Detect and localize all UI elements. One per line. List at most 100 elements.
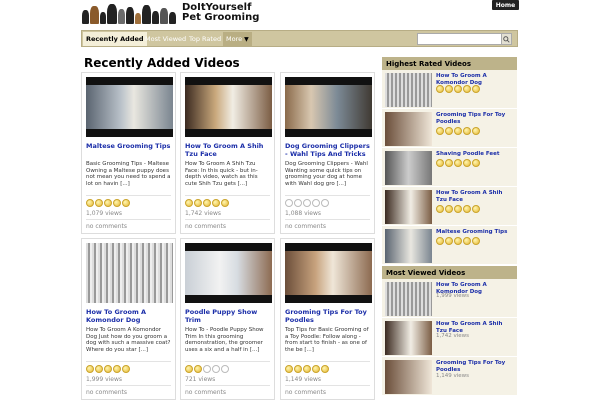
video-thumbnail[interactable] [285, 243, 372, 303]
star-icon [445, 127, 453, 135]
search-button[interactable] [501, 34, 511, 44]
video-title-link[interactable]: How To Groom A Shih Tzu Face [185, 142, 270, 158]
star-icon [445, 237, 453, 245]
video-title-link[interactable]: How To Groom A Komondor Dog [86, 308, 171, 324]
sidebar-video-thumbnail[interactable] [385, 112, 432, 146]
video-title-link[interactable]: Maltese Grooming Tips [86, 142, 171, 158]
star-rating[interactable] [185, 365, 229, 373]
star-icon [321, 365, 329, 373]
video-thumbnail[interactable] [185, 243, 272, 303]
view-count: 1,088 views [285, 210, 322, 217]
star-rating [436, 205, 480, 213]
video-description: How To - Poodle Puppy Show Trim In this … [185, 327, 264, 353]
sidebar-view-count: 1,999 views [436, 293, 470, 299]
star-icon [113, 365, 121, 373]
star-icon [436, 237, 444, 245]
sidebar-video-thumbnail[interactable] [385, 190, 432, 224]
video-title-link[interactable]: Dog Grooming Clippers - Wahl Tips And Tr… [285, 142, 370, 158]
star-icon [463, 127, 471, 135]
star-empty-icon [321, 199, 329, 207]
sidebar-video-title[interactable]: Grooming Tips For Toy Poodles [436, 112, 514, 126]
star-icon [95, 365, 103, 373]
comment-count[interactable]: no comments [185, 223, 226, 230]
sidebar-video-thumbnail[interactable] [385, 151, 432, 185]
star-icon [294, 365, 302, 373]
tab-most-viewed[interactable]: Most Viewed [142, 32, 189, 46]
star-empty-icon [312, 199, 320, 207]
comment-count[interactable]: no comments [185, 389, 226, 396]
sidebar-video-item[interactable]: Grooming Tips For Toy Poodles 1,149 view… [382, 357, 517, 396]
star-rating[interactable] [285, 199, 329, 207]
video-title-link[interactable]: Grooming Tips For Toy Poodles [285, 308, 370, 324]
star-icon [463, 205, 471, 213]
star-rating[interactable] [86, 199, 130, 207]
view-count: 1,742 views [185, 210, 222, 217]
sidebar-video-title[interactable]: Shaving Poodle Feet [436, 151, 514, 158]
comment-count[interactable]: no comments [86, 223, 127, 230]
video-title-link[interactable]: Poodle Puppy Show Trim [185, 308, 270, 324]
star-icon [436, 85, 444, 93]
video-thumbnail[interactable] [86, 243, 173, 303]
star-icon [472, 237, 480, 245]
video-description: Dog Grooming Clippers - Wahl Wanting som… [285, 161, 368, 187]
star-icon [113, 199, 121, 207]
star-icon [203, 199, 211, 207]
sidebar-video-item[interactable]: How To Groom A Shih Tzu Face 1,742 views [382, 318, 517, 357]
video-card: How To Groom A Komondor Dog How To Groom… [81, 238, 176, 400]
star-icon [285, 365, 293, 373]
sidebar-video-item[interactable]: Grooming Tips For Toy Poodles [382, 109, 517, 148]
tab-more[interactable]: More ▼ [223, 32, 252, 46]
star-rating[interactable] [285, 365, 329, 373]
star-empty-icon [294, 199, 302, 207]
sidebar-video-title[interactable]: Grooming Tips For Toy Poodles [436, 360, 514, 374]
search-icon [503, 35, 510, 43]
star-rating [436, 85, 480, 93]
view-count: 1,149 views [285, 376, 322, 383]
sidebar-video-thumbnail[interactable] [385, 282, 432, 316]
star-icon [463, 237, 471, 245]
sidebar-video-title[interactable]: How To Groom A Shih Tzu Face [436, 190, 514, 204]
star-icon [212, 199, 220, 207]
sidebar-video-item[interactable]: Maltese Grooming Tips [382, 226, 517, 265]
star-icon [436, 127, 444, 135]
sidebar-video-thumbnail[interactable] [385, 321, 432, 355]
sidebar-video-title[interactable]: Maltese Grooming Tips [436, 229, 514, 236]
search-input[interactable] [418, 34, 502, 44]
sidebar-video-thumbnail[interactable] [385, 73, 432, 107]
home-button[interactable]: Home [492, 0, 519, 10]
star-rating [436, 159, 480, 167]
star-icon [472, 159, 480, 167]
video-card: Poodle Puppy Show Trim How To - Poodle P… [180, 238, 275, 400]
video-thumbnail[interactable] [86, 77, 173, 137]
caret-down-icon: ▼ [244, 35, 249, 43]
star-icon [445, 159, 453, 167]
video-thumbnail[interactable] [185, 77, 272, 137]
sidebar-video-thumbnail[interactable] [385, 229, 432, 263]
comment-count[interactable]: no comments [86, 389, 127, 396]
star-rating [436, 237, 480, 245]
star-rating[interactable] [185, 199, 229, 207]
sidebar-video-item[interactable]: How To Groom A Komondor Dog 1,999 views [382, 279, 517, 318]
star-icon [185, 199, 193, 207]
nav-bar: Recently Added Most Viewed Top Rated Mor… [81, 30, 518, 47]
most-viewed-heading: Most Viewed Videos [382, 266, 517, 279]
video-description: Top Tips for Basic Grooming of a Toy Poo… [285, 327, 369, 353]
sidebar-video-thumbnail[interactable] [385, 360, 432, 394]
video-card: Dog Grooming Clippers - Wahl Tips And Tr… [280, 72, 375, 234]
video-thumbnail[interactable] [285, 77, 372, 137]
comment-count[interactable]: no comments [285, 389, 326, 396]
star-rating [436, 127, 480, 135]
comment-count[interactable]: no comments [285, 223, 326, 230]
tab-recently-added[interactable]: Recently Added [83, 32, 147, 46]
star-icon [221, 199, 229, 207]
dog-silhouettes-logo [82, 2, 178, 24]
sidebar-video-item[interactable]: Shaving Poodle Feet [382, 148, 517, 187]
video-description: How To Groom A Shih Tzu Face: In this qu… [185, 161, 258, 187]
tab-top-rated[interactable]: Top Rated [186, 32, 224, 46]
sidebar-video-item[interactable]: How To Groom A Shih Tzu Face [382, 187, 517, 226]
sidebar-video-item[interactable]: How To Groom A Komondor Dog [382, 70, 517, 109]
site-logo[interactable]: DoItYourself Pet Grooming [82, 0, 259, 26]
star-icon [104, 199, 112, 207]
search-box [417, 33, 512, 45]
star-rating[interactable] [86, 365, 130, 373]
